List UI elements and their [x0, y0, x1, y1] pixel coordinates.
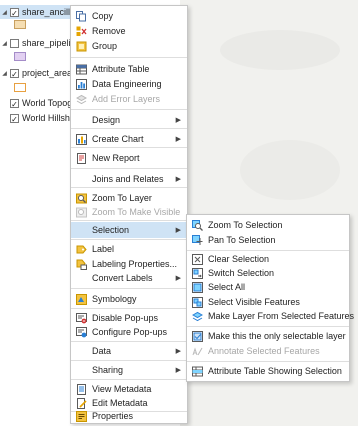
hillshade-ridge: [240, 140, 340, 200]
menu-separator: [71, 379, 187, 380]
selection-submenu: Zoom To Selection Pan To Selection Clear…: [186, 214, 354, 382]
configure-popups-icon: [75, 326, 87, 338]
menu-item-joins-and-relates[interactable]: Joins and Relates ▶: [71, 171, 187, 187]
menu-separator: [71, 308, 187, 309]
menu-separator: [71, 220, 187, 221]
menu-separator: [71, 147, 187, 148]
menu-item-group[interactable]: Group: [71, 38, 187, 54]
layer-row-share-pipeline[interactable]: ◢ share_pipeline: [0, 36, 80, 50]
submenu-item-only-selectable-layer[interactable]: Make this the only selectable layer: [187, 328, 349, 344]
layer-visibility-checkbox[interactable]: ✓: [10, 7, 19, 18]
data-engineering-icon: [75, 78, 87, 90]
menu-item-data[interactable]: Data ▶: [71, 343, 187, 359]
menu-item-configure-popups[interactable]: Configure Pop-ups: [71, 324, 187, 340]
layer-visibility-checkbox[interactable]: ✓: [10, 68, 19, 79]
menu-separator: [71, 109, 187, 110]
menu-separator: [71, 128, 187, 129]
layer-symbol-swatch[interactable]: [14, 52, 26, 61]
symbology-icon: [75, 293, 87, 305]
hillshade-ridge: [220, 30, 340, 70]
chevron-right-icon: ▶: [175, 227, 181, 234]
layer-symbol-swatch[interactable]: [14, 83, 26, 92]
chevron-right-icon: ▶: [175, 275, 181, 282]
layer-name: project_area: [22, 68, 73, 78]
menu-separator: [71, 288, 187, 289]
layer-visibility-checkbox[interactable]: ✓: [10, 98, 19, 109]
menu-separator: [71, 187, 187, 188]
select-all-icon: [191, 281, 203, 293]
menu-separator: [71, 341, 187, 342]
menu-item-properties[interactable]: Properties: [71, 408, 187, 424]
submenu-item-attribute-table-selection[interactable]: Attribute Table Showing Selection: [187, 363, 349, 379]
menu-separator: [71, 239, 187, 240]
group-icon: [75, 40, 87, 52]
chart-icon: [75, 133, 87, 145]
menu-item-new-report[interactable]: New Report: [71, 150, 187, 166]
attribute-selection-icon: [191, 365, 203, 377]
clear-selection-icon: [191, 253, 203, 265]
zoom-selection-icon: [191, 219, 203, 231]
layer-visibility-checkbox[interactable]: [10, 38, 19, 48]
chevron-right-icon: ▶: [175, 117, 181, 124]
zoom-visible-icon: [75, 206, 87, 218]
layer-visibility-checkbox[interactable]: ✓: [10, 113, 19, 124]
table-icon: [75, 63, 87, 75]
menu-item-symbology[interactable]: Symbology: [71, 291, 187, 307]
copy-icon: [75, 10, 87, 22]
collapse-icon[interactable]: ◢: [1, 9, 8, 16]
menu-item-design[interactable]: Design ▶: [71, 112, 187, 128]
menu-item-zoom-to-make-visible: Zoom To Make Visible: [71, 204, 187, 220]
select-visible-icon: [191, 296, 203, 308]
annotate-icon: [191, 345, 203, 357]
menu-item-selection[interactable]: Selection ▶: [71, 222, 187, 238]
submenu-item-annotate-selected: Annotate Selected Features: [187, 343, 349, 359]
submenu-item-pan-to-selection[interactable]: Pan To Selection: [187, 232, 349, 248]
properties-icon: [75, 410, 87, 422]
remove-icon: [75, 25, 87, 37]
pan-selection-icon: [191, 234, 203, 246]
menu-item-convert-labels[interactable]: Convert Labels ▶: [71, 270, 187, 286]
collapse-icon[interactable]: ◢: [1, 40, 8, 47]
menu-separator: [71, 360, 187, 361]
menu-item-data-engineering[interactable]: Data Engineering: [71, 76, 187, 92]
menu-item-remove[interactable]: Remove: [71, 23, 187, 39]
switch-selection-icon: [191, 267, 203, 279]
error-layers-icon: [75, 93, 87, 105]
menu-separator: [187, 326, 349, 327]
menu-item-label[interactable]: Label: [71, 241, 187, 257]
chevron-right-icon: ▶: [175, 176, 181, 183]
chevron-right-icon: ▶: [175, 136, 181, 143]
submenu-item-zoom-to-selection[interactable]: Zoom To Selection: [187, 217, 349, 233]
disable-popups-icon: [75, 312, 87, 324]
report-icon: [75, 152, 87, 164]
chevron-right-icon: ▶: [175, 367, 181, 374]
layer-symbol-swatch[interactable]: [14, 20, 26, 29]
menu-item-add-error-layers: Add Error Layers: [71, 91, 187, 107]
menu-separator: [71, 168, 187, 169]
make-layer-icon: [191, 310, 203, 322]
menu-item-attribute-table[interactable]: Attribute Table: [71, 61, 187, 77]
menu-item-sharing[interactable]: Sharing ▶: [71, 362, 187, 378]
menu-separator: [187, 361, 349, 362]
only-selectable-icon: [191, 330, 203, 342]
menu-separator: [71, 57, 187, 58]
submenu-item-make-layer-from-selected[interactable]: Make Layer From Selected Features: [187, 308, 354, 324]
collapse-icon[interactable]: ◢: [1, 70, 8, 77]
layer-context-menu: Copy Remove Group Attribute Table Data E…: [70, 5, 188, 424]
layer-row-project-area[interactable]: ◢ ✓ project_area: [0, 66, 72, 80]
submenu-item-select-all[interactable]: Select All: [187, 279, 349, 295]
label-icon: [75, 243, 87, 255]
menu-item-create-chart[interactable]: Create Chart ▶: [71, 131, 187, 147]
zoom-layer-icon: [75, 192, 87, 204]
labeling-properties-icon: [75, 258, 87, 270]
view-metadata-icon: [75, 383, 87, 395]
menu-item-copy[interactable]: Copy: [71, 8, 187, 24]
chevron-right-icon: ▶: [175, 348, 181, 355]
